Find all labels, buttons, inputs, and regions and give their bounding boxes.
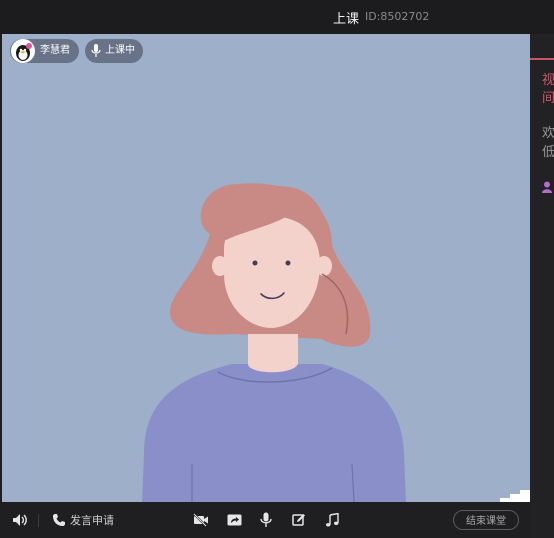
room-id: ID:8502702	[365, 10, 430, 23]
title-bar: 上课 ID:8502702	[0, 0, 554, 34]
window-title: 上课	[333, 12, 360, 27]
speak-request-label: 发言申请	[70, 514, 114, 527]
microphone-button[interactable]	[260, 512, 272, 528]
class-status-text: 上课中	[105, 45, 135, 56]
signal-strength-icon	[500, 490, 530, 502]
user-name-badge: 李慧君	[10, 39, 79, 63]
share-screen-button[interactable]	[227, 512, 242, 528]
classroom-window: 上课 ID:8502702 李慧君 上课中 视间 欢低 发言申请 结束课堂	[0, 0, 554, 538]
camera-button[interactable]	[193, 512, 209, 528]
speak-request-button[interactable]: 发言申请	[52, 512, 114, 528]
music-button[interactable]	[325, 512, 339, 528]
edit-button[interactable]	[292, 512, 306, 528]
share-screen-icon	[227, 514, 242, 526]
bottom-toolbar: 发言申请 结束课堂	[0, 502, 530, 538]
avatar	[11, 39, 35, 63]
phone-icon	[53, 514, 65, 526]
camera-off-icon	[193, 513, 208, 527]
side-panel-accent-line	[530, 58, 554, 60]
edit-icon	[292, 514, 305, 526]
speaker-icon	[13, 514, 27, 526]
end-class-button[interactable]: 结束课堂	[453, 510, 519, 530]
side-panel: 视间 欢低	[530, 34, 554, 538]
user-icon	[542, 178, 552, 197]
speaker-button[interactable]	[12, 512, 28, 528]
toolbar-divider	[38, 514, 39, 527]
side-panel-title: 视间	[542, 73, 554, 106]
microphone-icon	[91, 44, 101, 68]
music-icon	[326, 513, 339, 527]
microphone-icon	[260, 512, 272, 527]
class-status-badge: 上课中	[85, 39, 143, 63]
side-panel-text: 欢低	[542, 126, 554, 160]
teacher-video-illustration	[142, 183, 406, 502]
penguin-avatar-icon	[16, 43, 32, 61]
video-view	[2, 34, 530, 502]
user-name: 李慧君	[40, 45, 70, 56]
